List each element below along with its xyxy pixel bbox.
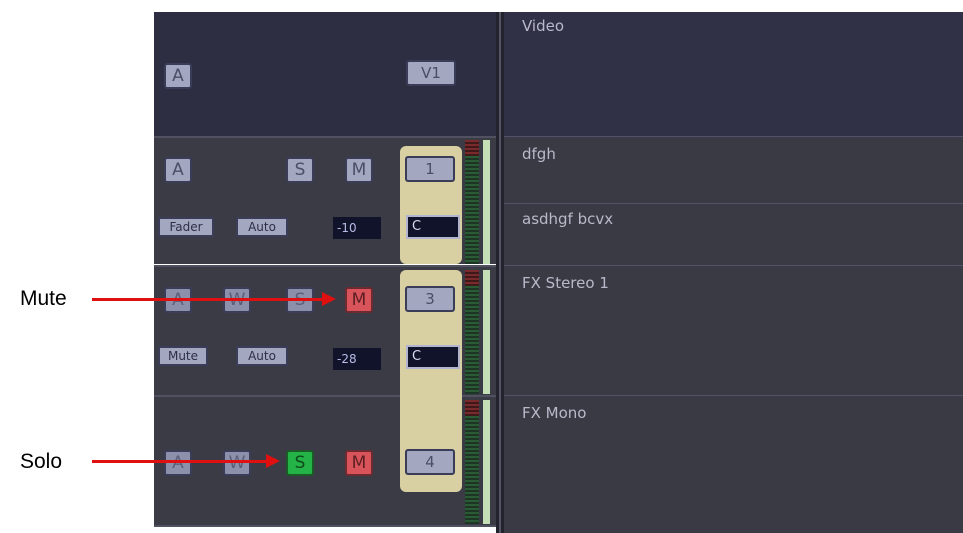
clip-indicator bbox=[465, 400, 479, 416]
track-3-mute-button[interactable]: M bbox=[345, 287, 373, 313]
level-meter bbox=[465, 270, 479, 394]
solo-annotation-arrow-line bbox=[92, 460, 268, 463]
video-track-number-button[interactable]: V1 bbox=[406, 60, 456, 86]
track-color-strip bbox=[483, 140, 490, 264]
lane-divider bbox=[504, 265, 963, 266]
track-4-solo-button[interactable]: S bbox=[286, 450, 314, 476]
track-3-lane-label: FX Stereo 1 bbox=[522, 274, 609, 292]
track-4-lane-label: FX Mono bbox=[522, 404, 587, 422]
level-meter bbox=[465, 400, 479, 524]
video-arm-button[interactable]: A bbox=[164, 63, 192, 89]
track-1-auto-button[interactable]: Auto bbox=[236, 217, 288, 237]
mute-annotation-arrow-line bbox=[92, 298, 324, 301]
track-color-strip bbox=[483, 400, 490, 524]
solo-annotation-arrowhead-icon bbox=[266, 454, 280, 468]
track-3-mute-mode-button[interactable]: Mute bbox=[158, 346, 208, 366]
track-1-fader-mode-button[interactable]: Fader bbox=[158, 217, 214, 237]
track-divider[interactable] bbox=[154, 136, 496, 138]
track-1-level-value[interactable]: -10 bbox=[333, 217, 381, 239]
track-divider[interactable] bbox=[154, 525, 496, 527]
splitter-line bbox=[499, 12, 501, 533]
track-1-solo-button[interactable]: S bbox=[286, 157, 314, 183]
solo-annotation-label: Solo bbox=[20, 450, 63, 473]
video-lane[interactable] bbox=[504, 12, 963, 136]
track-4-number-button[interactable]: 4 bbox=[405, 449, 455, 475]
track-3-pan-field[interactable]: C bbox=[406, 345, 460, 369]
mute-annotation-arrowhead-icon bbox=[322, 292, 336, 306]
track-1-sublane-label: asdhgf bcvx bbox=[522, 210, 614, 228]
lane-divider bbox=[504, 136, 963, 137]
track-3-auto-button[interactable]: Auto bbox=[236, 346, 288, 366]
track-3-level-value[interactable]: -28 bbox=[333, 348, 381, 370]
track-1-lane-label: dfgh bbox=[522, 145, 556, 163]
clip-indicator bbox=[465, 140, 479, 156]
track-color-strip bbox=[483, 270, 490, 394]
track-3-number-button[interactable]: 3 bbox=[405, 286, 455, 312]
level-meter bbox=[465, 140, 479, 264]
track-4-mute-button[interactable]: M bbox=[345, 450, 373, 476]
lane-divider bbox=[504, 203, 963, 204]
clip-indicator bbox=[465, 270, 479, 286]
track-1-pan-field[interactable]: C bbox=[406, 215, 460, 239]
track-1-arm-button[interactable]: A bbox=[164, 157, 192, 183]
track-4-arm-button[interactable]: A bbox=[164, 450, 192, 476]
track-1-mute-button[interactable]: M bbox=[345, 157, 373, 183]
track-divider[interactable] bbox=[154, 265, 496, 267]
mute-annotation-label: Mute bbox=[20, 287, 67, 310]
track-4-waveform-button[interactable]: W bbox=[223, 450, 251, 476]
track-1-number-button[interactable]: 1 bbox=[405, 156, 455, 182]
video-lane-label: Video bbox=[522, 17, 565, 35]
lane-divider bbox=[504, 395, 963, 396]
